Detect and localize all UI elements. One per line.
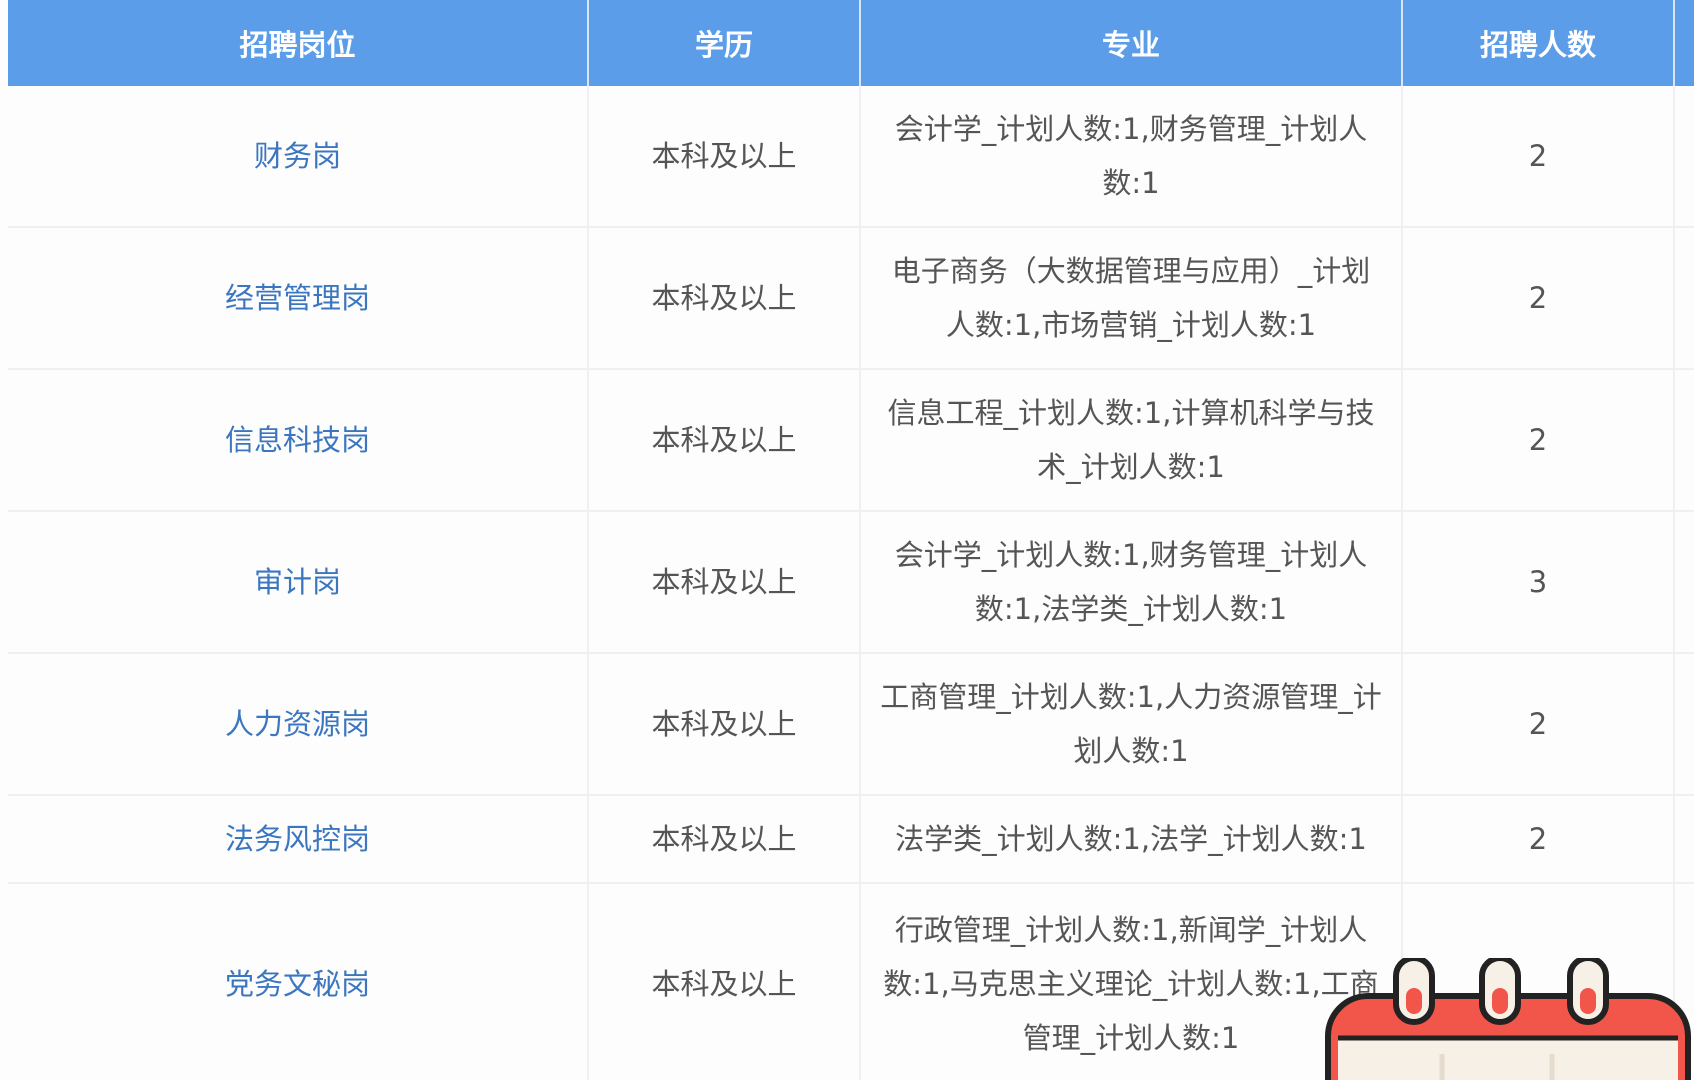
extra-cell [1674, 511, 1694, 654]
count-cell: 2 [1402, 227, 1675, 370]
table-row: 信息科技岗 本科及以上 信息工程_计划人数:1,计算机科学与技术_计划人数:1 … [8, 369, 1694, 512]
position-cell[interactable]: 信息科技岗 [8, 369, 589, 512]
education-cell: 本科及以上 [588, 86, 861, 228]
table-row: 财务岗 本科及以上 会计学_计划人数:1,财务管理_计划人数:1 2 [8, 86, 1694, 228]
major-cell: 法学类_计划人数:1,法学_计划人数:1 [860, 795, 1403, 884]
table-row: 人力资源岗 本科及以上 工商管理_计划人数:1,人力资源管理_计划人数:1 2 [8, 653, 1694, 796]
count-cell: 2 [1402, 653, 1675, 796]
extra-cell [1674, 369, 1694, 512]
extra-cell [1674, 653, 1694, 796]
education-cell: 本科及以上 [588, 653, 861, 796]
table-header-row: 招聘岗位 学历 专业 招聘人数 [8, 0, 1694, 86]
count-cell: 2 [1402, 795, 1675, 884]
major-cell: 会计学_计划人数:1,财务管理_计划人数:1 [860, 86, 1403, 228]
extra-cell [1674, 86, 1694, 228]
count-cell: 3 [1402, 511, 1675, 654]
header-count[interactable]: 招聘人数 [1402, 0, 1675, 86]
recruitment-table: 招聘岗位 学历 专业 招聘人数 财务岗 本科及以上 会计学_计划人数:1,财务管… [8, 0, 1694, 1080]
table-row: 审计岗 本科及以上 会计学_计划人数:1,财务管理_计划人数:1,法学类_计划人… [8, 511, 1694, 654]
education-cell: 本科及以上 [588, 227, 861, 370]
education-cell: 本科及以上 [588, 795, 861, 884]
table-row: 法务风控岗 本科及以上 法学类_计划人数:1,法学_计划人数:1 2 [8, 795, 1694, 884]
header-position[interactable]: 招聘岗位 [8, 0, 589, 86]
table-row: 经营管理岗 本科及以上 电子商务（大数据管理与应用）_计划人数:1,市场营销_计… [8, 227, 1694, 370]
education-cell: 本科及以上 [588, 511, 861, 654]
position-cell[interactable]: 法务风控岗 [8, 795, 589, 884]
page: 招聘岗位 学历 专业 招聘人数 财务岗 本科及以上 会计学_计划人数:1,财务管… [0, 0, 1694, 1080]
header-education[interactable]: 学历 [588, 0, 861, 86]
calendar-icon [1322, 955, 1694, 1080]
position-cell[interactable]: 财务岗 [8, 86, 589, 228]
count-cell: 2 [1402, 369, 1675, 512]
education-cell: 本科及以上 [588, 369, 861, 512]
position-cell[interactable]: 经营管理岗 [8, 227, 589, 370]
major-cell: 信息工程_计划人数:1,计算机科学与技术_计划人数:1 [860, 369, 1403, 512]
position-cell[interactable]: 人力资源岗 [8, 653, 589, 796]
header-extra [1674, 0, 1694, 86]
major-cell: 电子商务（大数据管理与应用）_计划人数:1,市场营销_计划人数:1 [860, 227, 1403, 370]
major-cell: 工商管理_计划人数:1,人力资源管理_计划人数:1 [860, 653, 1403, 796]
count-cell: 2 [1402, 86, 1675, 228]
extra-cell [1674, 795, 1694, 884]
position-cell[interactable]: 审计岗 [8, 511, 589, 654]
position-cell[interactable]: 党务文秘岗 [8, 883, 589, 1080]
education-cell: 本科及以上 [588, 883, 861, 1080]
header-major[interactable]: 专业 [860, 0, 1403, 86]
major-cell: 行政管理_计划人数:1,新闻学_计划人数:1,马克思主义理论_计划人数:1,工商… [860, 883, 1403, 1080]
major-cell: 会计学_计划人数:1,财务管理_计划人数:1,法学类_计划人数:1 [860, 511, 1403, 654]
extra-cell [1674, 227, 1694, 370]
